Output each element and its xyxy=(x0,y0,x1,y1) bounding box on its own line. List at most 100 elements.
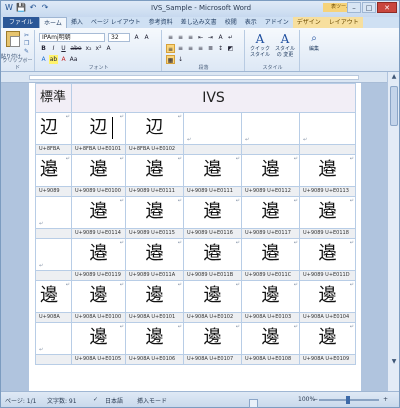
asian-layout-button[interactable]: A xyxy=(216,33,225,42)
code-cell[interactable]: U+9089 U+E0116 xyxy=(183,228,242,239)
glyph-cell[interactable]: ↵ xyxy=(299,112,356,145)
code-cell[interactable] xyxy=(35,354,72,365)
code-cell[interactable] xyxy=(35,228,72,239)
scroll-thumb[interactable] xyxy=(390,86,398,126)
code-cell[interactable]: U+9089 U+E0118 xyxy=(299,228,356,239)
glyph-cell[interactable]: 邊 ↵ xyxy=(183,280,242,313)
italic-button[interactable]: I xyxy=(49,44,58,53)
underline-button[interactable]: U xyxy=(59,44,68,53)
glyph-cell[interactable]: 邉 ↵ xyxy=(183,238,242,271)
glyph-cell[interactable]: 邉 ↵ xyxy=(183,154,242,187)
shrink-font-button[interactable]: A xyxy=(142,33,151,42)
header-cell-standard[interactable]: 標準 xyxy=(35,83,72,113)
code-cell[interactable]: U+9089 U+E011A xyxy=(125,270,184,281)
glyph-cell[interactable]: ↵ xyxy=(35,238,72,271)
glyph-cell[interactable]: 邉 ↵ xyxy=(125,154,184,187)
scroll-down-icon[interactable]: ▼ xyxy=(389,357,399,367)
align-right-button[interactable]: ≡ xyxy=(186,44,195,53)
word-count[interactable]: 文字数: 91 xyxy=(47,396,77,405)
page-count[interactable]: ページ: 1/1 xyxy=(5,396,36,405)
code-cell[interactable]: U+8FBA xyxy=(35,144,72,155)
borders-button[interactable]: ▦ xyxy=(166,55,175,64)
code-cell[interactable]: U+9089 U+E011C xyxy=(241,270,300,281)
code-cell[interactable]: U+9089 U+E011B xyxy=(183,270,242,281)
undo-icon[interactable]: ↶ xyxy=(28,3,38,13)
font-size-select[interactable]: 32 xyxy=(108,33,130,42)
code-cell[interactable]: U+908A xyxy=(35,312,72,323)
paste-button[interactable] xyxy=(4,31,22,53)
strikethrough-button[interactable]: abe xyxy=(69,44,83,53)
code-cell[interactable]: U+9089 U+E0119 xyxy=(71,270,126,281)
glyph-cell[interactable]: 邉 ↵ xyxy=(241,196,300,229)
align-center-button[interactable]: ≡ xyxy=(176,44,185,53)
align-left-button[interactable]: ≡ xyxy=(166,44,175,53)
glyph-cell[interactable]: 邉 ↵ xyxy=(71,154,126,187)
glyph-cell[interactable]: 邉 ↵ xyxy=(299,238,356,271)
glyph-cell[interactable]: 邊 ↵ xyxy=(299,280,356,313)
code-cell[interactable]: U+908A U+E0106 xyxy=(125,354,184,365)
glyph-cell[interactable]: 邊 ↵ xyxy=(241,322,300,355)
glyph-cell[interactable]: 邉 ↵ xyxy=(299,154,356,187)
code-cell[interactable]: U+908A U+E0103 xyxy=(241,312,300,323)
maximize-button[interactable]: □ xyxy=(362,2,376,13)
glyph-cell[interactable]: 邊 ↵ xyxy=(125,322,184,355)
glyph-cell[interactable]: 邉 ↵ xyxy=(299,196,356,229)
glyph-cell[interactable]: ↵ xyxy=(35,322,72,355)
change-case-button[interactable]: Aa xyxy=(69,55,78,64)
glyph-cell[interactable]: 邊 ↵ xyxy=(241,280,300,313)
save-icon[interactable]: 💾 xyxy=(16,3,26,13)
zoom-slider-knob[interactable] xyxy=(346,396,350,404)
copy-icon[interactable]: ❐ xyxy=(24,41,32,47)
glyph-cell[interactable]: 辺 ↵ xyxy=(35,112,72,145)
code-cell[interactable] xyxy=(241,144,300,155)
quick-styles-button[interactable]: A クイック スタイル xyxy=(249,32,271,62)
insert-mode[interactable]: 挿入モード xyxy=(137,396,167,405)
code-cell[interactable]: U+908A U+E0100 xyxy=(71,312,126,323)
glyph-cell[interactable]: 邊 ↵ xyxy=(183,322,242,355)
code-cell[interactable]: U+9089 U+E0115 xyxy=(125,228,184,239)
redo-icon[interactable]: ↷ xyxy=(40,3,50,13)
code-cell[interactable] xyxy=(35,270,72,281)
distributed-button[interactable]: ≣ xyxy=(206,44,215,53)
code-cell[interactable]: U+908A U+E0101 xyxy=(125,312,184,323)
line-spacing-button[interactable]: ↕ xyxy=(216,44,225,53)
code-cell[interactable]: U+9089 U+E0113 xyxy=(299,186,356,197)
bold-button[interactable]: B xyxy=(39,44,48,53)
editing-button[interactable]: ⌕ 編集 xyxy=(303,32,325,62)
bullets-button[interactable]: ≡ xyxy=(166,33,175,42)
zoom-in-button[interactable]: + xyxy=(383,396,388,403)
text-effects-button[interactable]: A xyxy=(39,55,48,64)
font-name-select[interactable]: IPAmj明朝 xyxy=(39,33,105,42)
glyph-cell[interactable]: 邉 ↵ xyxy=(183,196,242,229)
glyph-cell[interactable]: 辺 ↵ xyxy=(71,112,126,145)
glyph-cell[interactable]: 邊 ↵ xyxy=(299,322,356,355)
numbering-button[interactable]: ≡ xyxy=(176,33,185,42)
glyph-cell[interactable]: 邉 ↵ xyxy=(71,238,126,271)
code-cell[interactable]: U+9089 U+E0111 xyxy=(125,186,184,197)
increase-indent-button[interactable]: ⇥ xyxy=(206,33,215,42)
header-cell-ivs[interactable]: IVS xyxy=(71,83,356,113)
glyph-cell[interactable]: 辺 ↵ xyxy=(125,112,184,145)
glyph-cell[interactable]: 邉 ↵ xyxy=(241,154,300,187)
vertical-scrollbar[interactable]: ▲ ▼ xyxy=(387,72,399,391)
proofing-icon[interactable]: ✓ xyxy=(93,396,98,403)
glyph-cell[interactable]: 邊 ↵ xyxy=(125,280,184,313)
language[interactable]: 日本語 xyxy=(105,396,123,405)
glyph-cell[interactable]: ↵ xyxy=(35,196,72,229)
highlight-button[interactable]: ab xyxy=(49,55,58,64)
glyph-cell[interactable]: 邉 ↵ xyxy=(125,196,184,229)
minimize-button[interactable]: – xyxy=(347,2,361,13)
code-cell[interactable]: U+9089 U+E0112 xyxy=(241,186,300,197)
glyph-cell[interactable]: 邉 ↵ xyxy=(71,196,126,229)
change-styles-button[interactable]: A スタイルの 変更 xyxy=(274,32,296,62)
subscript-button[interactable]: x₂ xyxy=(84,44,93,53)
glyph-cell[interactable]: ↵ xyxy=(183,112,242,145)
justify-button[interactable]: ≡ xyxy=(196,44,205,53)
code-cell[interactable]: U+9089 U+E0117 xyxy=(241,228,300,239)
draft-view-button[interactable] xyxy=(249,399,258,408)
sort-button[interactable]: ↓ xyxy=(176,55,185,64)
shading-button[interactable]: ◩ xyxy=(226,44,235,53)
zoom-out-button[interactable]: − xyxy=(313,396,318,403)
glyph-cell[interactable]: ↵ xyxy=(241,112,300,145)
glyph-cell[interactable]: 邊 ↵ xyxy=(71,280,126,313)
